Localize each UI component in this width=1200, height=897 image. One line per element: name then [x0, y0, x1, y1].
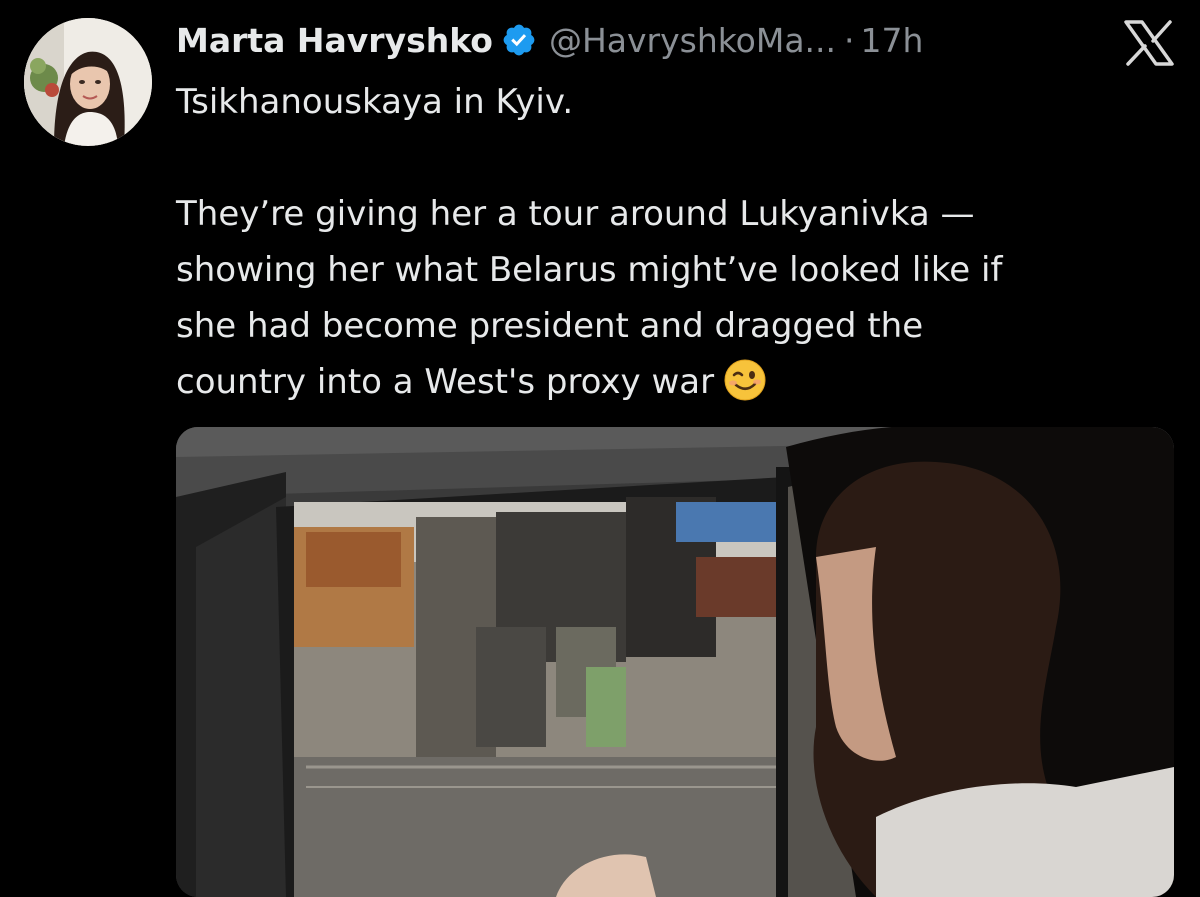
- tweet[interactable]: Marta Havryshko @HavryshkoMa... · 17h Ts…: [0, 0, 1200, 897]
- tweet-text: Tsikhanouskaya in Kyiv. They’re giving h…: [176, 74, 1166, 410]
- author-handle[interactable]: @HavryshkoMa...: [549, 21, 836, 60]
- tweet-text-line: Tsikhanouskaya in Kyiv.: [176, 82, 574, 122]
- tweet-timestamp[interactable]: 17h: [861, 21, 924, 60]
- tweet-text-line: country into a West's proxy war: [176, 362, 715, 402]
- tweet-text-line: showing her what Belarus might’ve looked…: [176, 250, 1003, 290]
- tweet-media-video[interactable]: [176, 427, 1174, 897]
- winking-face-emoji-icon: [724, 359, 766, 401]
- separator-dot: ·: [844, 20, 855, 60]
- tweet-text-line: she had become president and dragged the: [176, 306, 924, 346]
- avatar[interactable]: [24, 18, 152, 146]
- x-logo-icon[interactable]: [1124, 20, 1174, 66]
- tweet-header: Marta Havryshko @HavryshkoMa... · 17h: [176, 16, 923, 64]
- tweet-text-line-last: country into a West's proxy war: [176, 354, 1166, 410]
- verified-badge-icon[interactable]: [501, 22, 537, 58]
- tweet-text-line: They’re giving her a tour around Lukyani…: [176, 194, 975, 234]
- author-display-name[interactable]: Marta Havryshko: [176, 21, 493, 60]
